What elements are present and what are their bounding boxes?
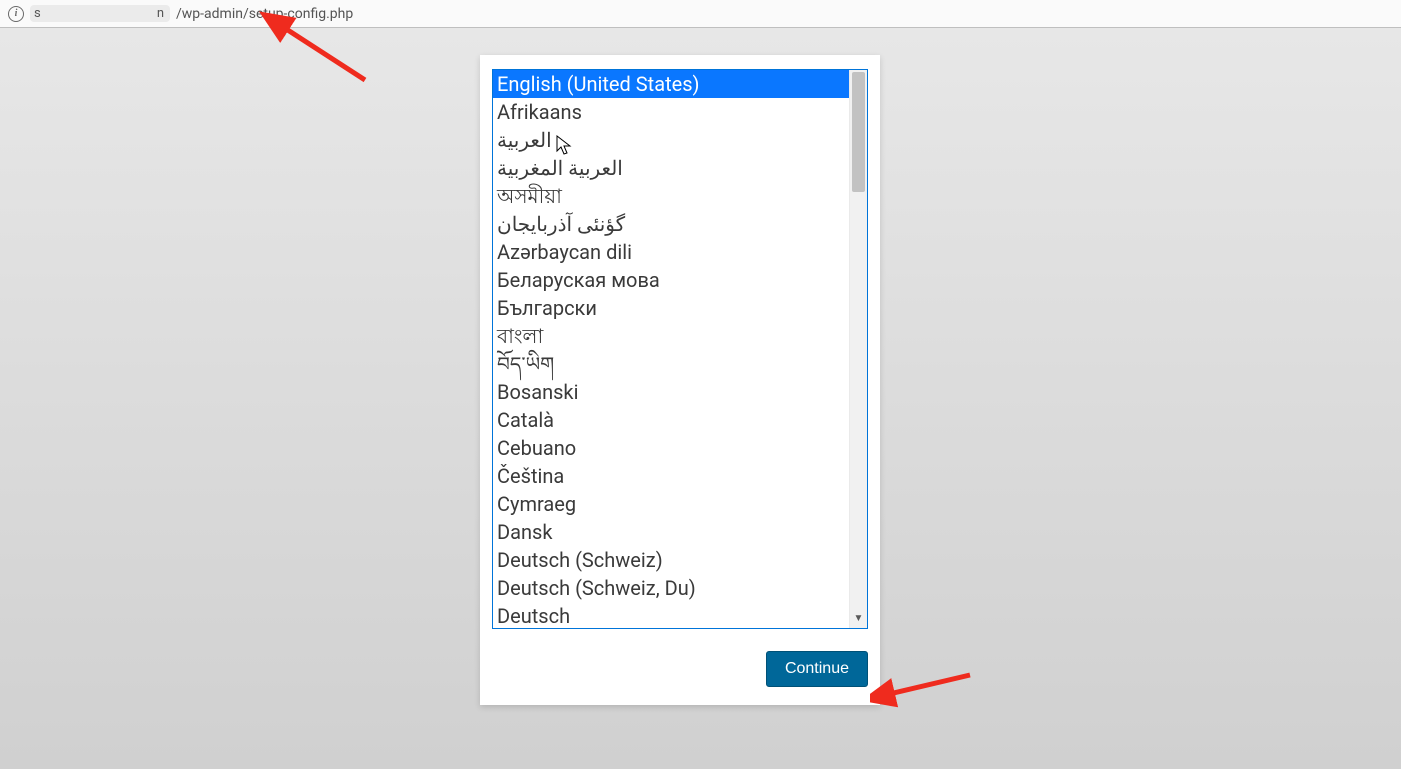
continue-button[interactable]: Continue [766, 651, 868, 687]
setup-panel: English (United States)Afrikaansالعربيةا… [480, 55, 880, 705]
url-domain-hidden [30, 5, 170, 22]
language-option[interactable]: Deutsch (Schweiz, Du) [493, 574, 849, 602]
language-option[interactable]: Azərbaycan dili [493, 238, 849, 266]
language-option[interactable]: العربية [493, 126, 849, 154]
language-list[interactable]: English (United States)Afrikaansالعربيةا… [493, 70, 849, 628]
language-option[interactable]: Čeština [493, 462, 849, 490]
scroll-down-icon[interactable]: ▼ [850, 610, 867, 626]
language-option[interactable]: Bosanski [493, 378, 849, 406]
language-option[interactable]: অসমীয়া [493, 182, 849, 210]
language-option[interactable]: Dansk [493, 518, 849, 546]
language-option[interactable]: Deutsch [493, 602, 849, 628]
language-option[interactable]: Deutsch (Schweiz) [493, 546, 849, 574]
language-option[interactable]: བོད་ཡིག [493, 350, 849, 378]
language-option[interactable]: العربية المغربية [493, 154, 849, 182]
language-option[interactable]: گؤنئی آذربایجان [493, 210, 849, 238]
annotation-arrow-continue [870, 660, 990, 710]
language-option[interactable]: Беларуская мова [493, 266, 849, 294]
language-select-box[interactable]: English (United States)Afrikaansالعربيةا… [492, 69, 868, 629]
language-option[interactable]: Cebuano [493, 434, 849, 462]
scrollbar-thumb[interactable] [852, 72, 865, 192]
language-option[interactable]: Български [493, 294, 849, 322]
language-option[interactable]: English (United States) [493, 70, 849, 98]
info-icon[interactable]: i [8, 6, 24, 22]
scrollbar-track[interactable]: ▼ [849, 70, 867, 628]
language-option[interactable]: Afrikaans [493, 98, 849, 126]
language-option[interactable]: Català [493, 406, 849, 434]
address-bar: i /wp-admin/setup-config.php [0, 0, 1401, 28]
language-option[interactable]: বাংলা [493, 322, 849, 350]
button-row: Continue [492, 651, 868, 687]
url-path: /wp-admin/setup-config.php [176, 6, 353, 22]
language-option[interactable]: Cymraeg [493, 490, 849, 518]
